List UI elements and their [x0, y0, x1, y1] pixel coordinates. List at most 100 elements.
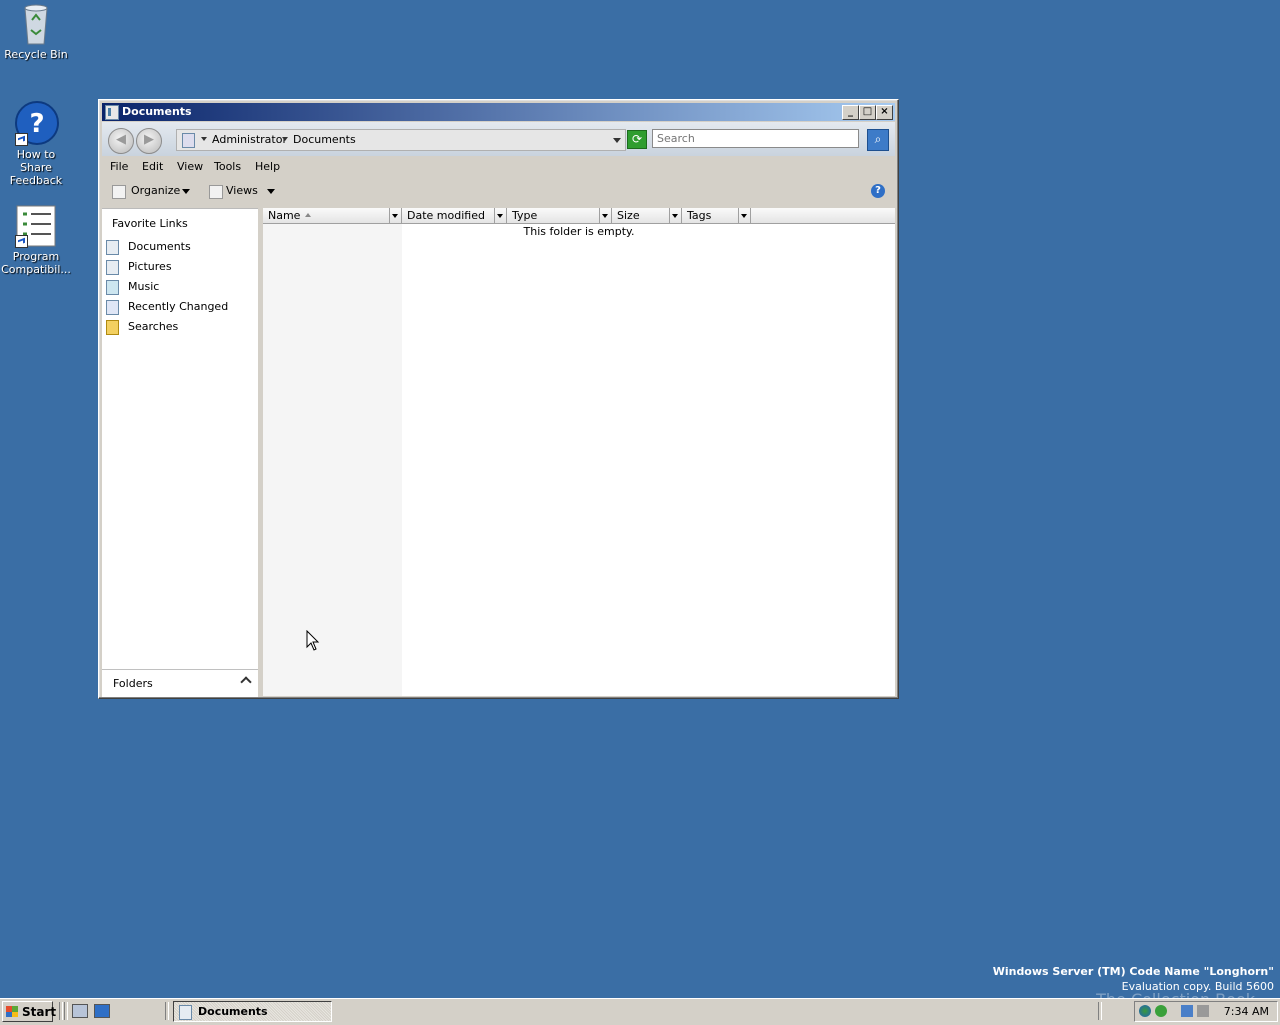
windows-logo-icon [6, 1006, 18, 1017]
column-dropdown-icon[interactable] [669, 208, 681, 223]
menu-file[interactable]: File [110, 160, 128, 173]
taskbar-button-documents[interactable]: Documents [173, 1001, 332, 1022]
column-header-name[interactable]: Name [263, 208, 402, 224]
search-input[interactable] [652, 129, 859, 148]
column-header-filler [751, 208, 895, 224]
recycle-bin-icon [20, 2, 52, 46]
system-tray: 7:34 AM [1134, 1001, 1278, 1022]
column-dropdown-icon[interactable] [389, 208, 401, 223]
fav-link-label: Searches [128, 320, 179, 333]
breadcrumb-arrow-icon[interactable] [201, 137, 207, 141]
shortcut-arrow-icon [15, 235, 28, 248]
folders-label: Folders [113, 677, 153, 690]
desktop-icon-share-feedback[interactable]: ? How to Share Feedback [0, 100, 72, 187]
shortcut-arrow-icon [15, 133, 28, 146]
fav-link-label: Music [128, 280, 160, 293]
column-dropdown-icon[interactable] [599, 208, 611, 223]
column-dropdown-icon[interactable] [738, 208, 750, 223]
file-list: Name Date modified Type Size Tags This f… [263, 208, 895, 696]
empty-folder-message: This folder is empty. [523, 225, 635, 238]
organize-dropdown-icon[interactable] [182, 189, 190, 194]
svg-text:?: ? [29, 109, 44, 139]
command-bar: Organize Views ? [102, 179, 895, 205]
folder-window-icon [105, 105, 119, 120]
back-button[interactable]: ◀ [108, 128, 134, 154]
address-dropdown-icon[interactable] [613, 138, 621, 143]
navigation-pane: Favorite Links Documents Pictures Music … [102, 208, 258, 697]
show-desktop-icon[interactable] [94, 1004, 110, 1018]
navigation-row: ◀ ▶ Administrator Documents ⟳ ⌕ [102, 122, 895, 156]
views-dropdown-icon[interactable] [267, 189, 275, 194]
breadcrumb-documents[interactable]: Documents [293, 133, 356, 146]
taskbar: Start Documents 7:34 AM [0, 998, 1280, 1025]
maximize-button[interactable]: □ [859, 105, 876, 120]
checklist-icon [13, 204, 59, 248]
window-title: Documents [122, 105, 192, 118]
sort-up-icon [305, 213, 311, 217]
organize-button[interactable]: Organize [131, 184, 180, 197]
column-label: Type [512, 209, 538, 222]
column-header-size[interactable]: Size [612, 208, 682, 224]
taskbar-separator [165, 1002, 169, 1020]
breadcrumb-arrow-icon[interactable] [282, 137, 288, 141]
column-dropdown-icon[interactable] [494, 208, 506, 223]
network-connection-icon[interactable] [1181, 1005, 1193, 1017]
desktop-icon-label: Recycle Bin [4, 48, 68, 61]
explorer-window: Documents _ □ × ◀ ▶ Administrator Docume… [98, 99, 899, 699]
searches-icon [106, 320, 119, 335]
forward-button[interactable]: ▶ [136, 128, 162, 154]
menu-help[interactable]: Help [255, 160, 280, 173]
column-label: Name [268, 209, 301, 222]
watermark-line-1: Windows Server (TM) Code Name "Longhorn" [992, 965, 1274, 978]
taskbar-separator [1098, 1002, 1102, 1020]
close-button[interactable]: × [876, 105, 893, 120]
documents-icon [106, 240, 119, 255]
chevron-up-icon [240, 676, 252, 688]
desktop-icon-recycle-bin[interactable]: Recycle Bin [0, 2, 72, 61]
desktop-icon-label: How to Share Feedback [9, 148, 63, 187]
folders-toggle[interactable]: Folders [102, 669, 258, 697]
column-label: Size [617, 209, 640, 222]
music-icon [106, 280, 119, 295]
desktop-icon-program-compatibility[interactable]: Program Compatibil... [0, 204, 72, 276]
server-manager-icon[interactable] [72, 1004, 88, 1018]
column-header-tags[interactable]: Tags [682, 208, 751, 224]
minimize-button[interactable]: _ [842, 105, 859, 120]
taskbar-button-label: Documents [198, 1005, 268, 1018]
help-button[interactable]: ? [871, 184, 885, 198]
views-button[interactable]: Views [226, 184, 258, 197]
recent-icon [106, 300, 119, 315]
menu-edit[interactable]: Edit [142, 160, 163, 173]
address-bar[interactable]: Administrator Documents [176, 129, 626, 151]
column-header-type[interactable]: Type [507, 208, 612, 224]
column-label: Date modified [407, 209, 485, 222]
name-column-highlight [263, 224, 402, 696]
column-label: Tags [687, 209, 712, 222]
favorite-links-header: Favorite Links [112, 217, 188, 230]
folder-icon [179, 1005, 192, 1020]
pictures-icon [106, 260, 119, 275]
menu-bar: File Edit View Tools Help [102, 156, 895, 178]
title-bar[interactable]: Documents _ □ × [102, 103, 895, 121]
network-globe-icon[interactable] [1139, 1005, 1151, 1017]
taskbar-separator [64, 1002, 68, 1020]
help-question-icon: ? [13, 100, 59, 146]
search-button[interactable]: ⌕ [867, 129, 889, 151]
menu-view[interactable]: View [177, 160, 203, 173]
breadcrumb-administrator[interactable]: Administrator [212, 133, 287, 146]
clock[interactable]: 7:34 AM [1224, 1005, 1269, 1018]
security-shield-icon[interactable] [1155, 1005, 1167, 1017]
desktop-icon-label: Program Compatibil... [1, 250, 71, 276]
start-button[interactable]: Start [2, 1001, 57, 1022]
column-header-date-modified[interactable]: Date modified [402, 208, 507, 224]
fav-link-label: Pictures [128, 260, 172, 273]
start-label: Start [22, 1005, 57, 1019]
mouse-cursor-icon [306, 630, 320, 651]
refresh-button[interactable]: ⟳ [627, 130, 647, 149]
fav-link-label: Documents [128, 240, 191, 253]
fav-link-label: Recently Changed [128, 300, 229, 313]
taskbar-separator [59, 1002, 63, 1020]
volume-muted-icon[interactable] [1197, 1005, 1209, 1017]
folder-icon [182, 133, 195, 148]
menu-tools[interactable]: Tools [214, 160, 241, 173]
